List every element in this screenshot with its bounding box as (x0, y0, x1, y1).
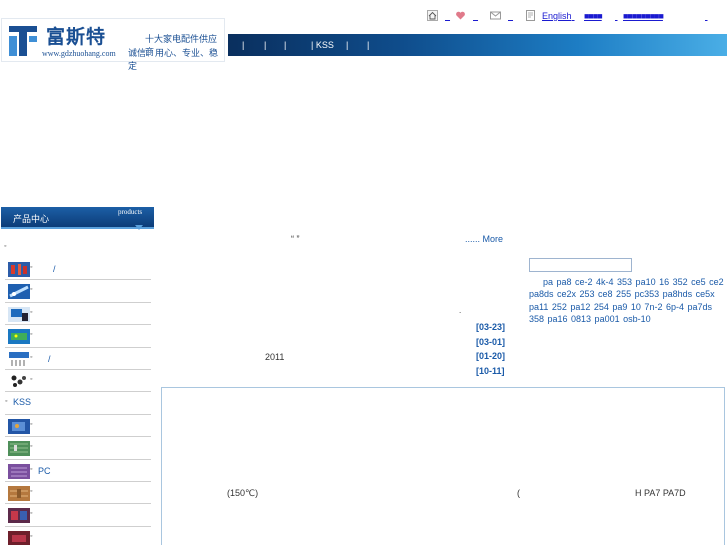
home-link[interactable] (445, 9, 450, 23)
bullet-icon: ◦ (30, 264, 33, 271)
logo-url: www.gdzhuohang.com (42, 49, 116, 58)
top-link-spacer-3[interactable] (705, 9, 708, 23)
news-date[interactable]: [10-11] (476, 366, 505, 376)
search-input[interactable] (529, 258, 632, 272)
slogan-bottom: 诚信、用心、专业、稳定 (128, 48, 219, 71)
nav-item-1[interactable]: | (242, 34, 244, 56)
nav-item-kss[interactable]: | KSS (311, 34, 334, 56)
bullet-icon: ◦ (30, 510, 33, 518)
english-link[interactable]: English (542, 9, 572, 23)
category-item-6[interactable]: ◦ (5, 370, 151, 393)
bullet-icon: ◦ (30, 375, 33, 383)
category-label: PC (38, 465, 51, 476)
blue-module-thumbnail (8, 306, 30, 322)
bullet-icon: ◦ (30, 353, 33, 361)
product-category-list: ◦ / ◦ ◦ ◦ ◦ / ◦ ◦ KSS ◦ ◦ ◦ PC ◦ ◦ ◦ (5, 258, 151, 545)
red-connector-thumbnail (8, 262, 30, 277)
main-nav-bar: | | | | KSS | | (228, 34, 727, 56)
category-item-2[interactable]: ◦ (5, 280, 151, 303)
top-link-spacer[interactable] (572, 9, 575, 23)
category-item-3[interactable]: ◦ (5, 303, 151, 326)
top-link-spacer-2[interactable] (615, 9, 618, 23)
bullet-icon: ◦ (30, 532, 33, 540)
favorite-heart-icon[interactable] (455, 10, 466, 21)
top-links: English ■■■■ ■■■■■■■■■ (425, 9, 725, 23)
category-item-9[interactable]: ◦ (5, 437, 151, 460)
news-date[interactable]: [01-20] (476, 351, 505, 361)
logo-mark-icon (9, 26, 37, 56)
red-pcb-thumbnail (8, 508, 30, 524)
bullet-icon: ◦ (30, 308, 33, 316)
logo-text: 富斯特 (46, 26, 107, 48)
bullet-icon: ◦ (30, 443, 33, 451)
site-logo[interactable]: 富斯特 www.gdzhuohang.com 十大家电配件供应商 诚信、用心、专… (1, 18, 225, 71)
brown-pcb-thumbnail (8, 485, 30, 501)
mail-link[interactable] (508, 9, 513, 23)
category-item-5[interactable]: ◦ / (5, 348, 151, 370)
news-date[interactable]: [03-23] (476, 322, 505, 332)
blue-board-thumbnail (8, 418, 30, 434)
nav-item-6[interactable]: | (367, 34, 369, 56)
category-item-pc[interactable]: ◦ PC (5, 460, 151, 482)
product-temp-text: (150℃) (227, 488, 259, 498)
more-link[interactable]: ...... More (465, 234, 503, 244)
news-separator-dot: . (459, 306, 462, 315)
bullet-icon: ◦ (30, 286, 33, 294)
bullet-icon: ◦ (5, 398, 8, 406)
sidebar-title-en: products (118, 208, 143, 216)
top-link-b[interactable]: ■■■■■■■■■ (623, 9, 664, 23)
mail-icon[interactable] (490, 10, 501, 21)
bullet-icon: ◦ (30, 487, 33, 495)
category-item-12[interactable]: ◦ (5, 504, 151, 527)
hot-keywords[interactable]: pa pa8 ce-2 4k-4 353 pa10 16 352 ce5 ce2… (529, 276, 725, 325)
nav-item-2[interactable]: | (264, 34, 266, 56)
product-showcase-panel (161, 387, 725, 545)
category-item-kss[interactable]: ◦ KSS (5, 392, 151, 415)
black-parts-thumbnail (8, 373, 30, 389)
sidebar-header: 产品中心 products (1, 207, 154, 230)
intro-quote-text: “ ” (291, 234, 300, 244)
home-icon[interactable] (427, 10, 438, 21)
news-year-text: 2011 (265, 352, 285, 362)
product-model-text: H PA7 PA7D (635, 488, 686, 498)
category-label: KSS (13, 397, 32, 408)
green-board-thumbnail (8, 329, 30, 345)
dark-red-pcb-thumbnail (8, 530, 30, 545)
page-icon[interactable] (525, 10, 536, 21)
sidebar-title: 产品中心 (13, 214, 50, 224)
bullet-icon: ◦ (30, 420, 33, 428)
green-pcb-thumbnail (8, 441, 30, 457)
category-item-13[interactable]: ◦ (5, 527, 151, 545)
blue-cable-thumbnail (8, 284, 30, 300)
category-item-4[interactable]: ◦ (5, 325, 151, 348)
news-date[interactable]: [03-01] (476, 337, 505, 347)
bullet-icon: ◦ (30, 331, 33, 339)
nav-item-5[interactable]: | (346, 34, 348, 56)
category-label: / (48, 353, 51, 364)
category-item-11[interactable]: ◦ (5, 482, 151, 505)
sidebar-arrow-icon (135, 225, 143, 230)
category-item-8[interactable]: ◦ (5, 415, 151, 438)
bullet-icon: ◦ (30, 465, 33, 473)
category-item-1[interactable]: ◦ / (5, 258, 151, 281)
product-paren-text: ( (517, 488, 520, 498)
sidebar-bullet-icon: ◦ (4, 243, 7, 250)
category-label: / (53, 264, 56, 274)
top-link-a[interactable]: ■■■■ (584, 9, 603, 23)
nav-item-3[interactable]: | (284, 34, 286, 56)
favorite-link[interactable] (473, 9, 478, 23)
purple-pcb-thumbnail (8, 463, 30, 479)
blue-terminals-thumbnail (8, 351, 30, 367)
